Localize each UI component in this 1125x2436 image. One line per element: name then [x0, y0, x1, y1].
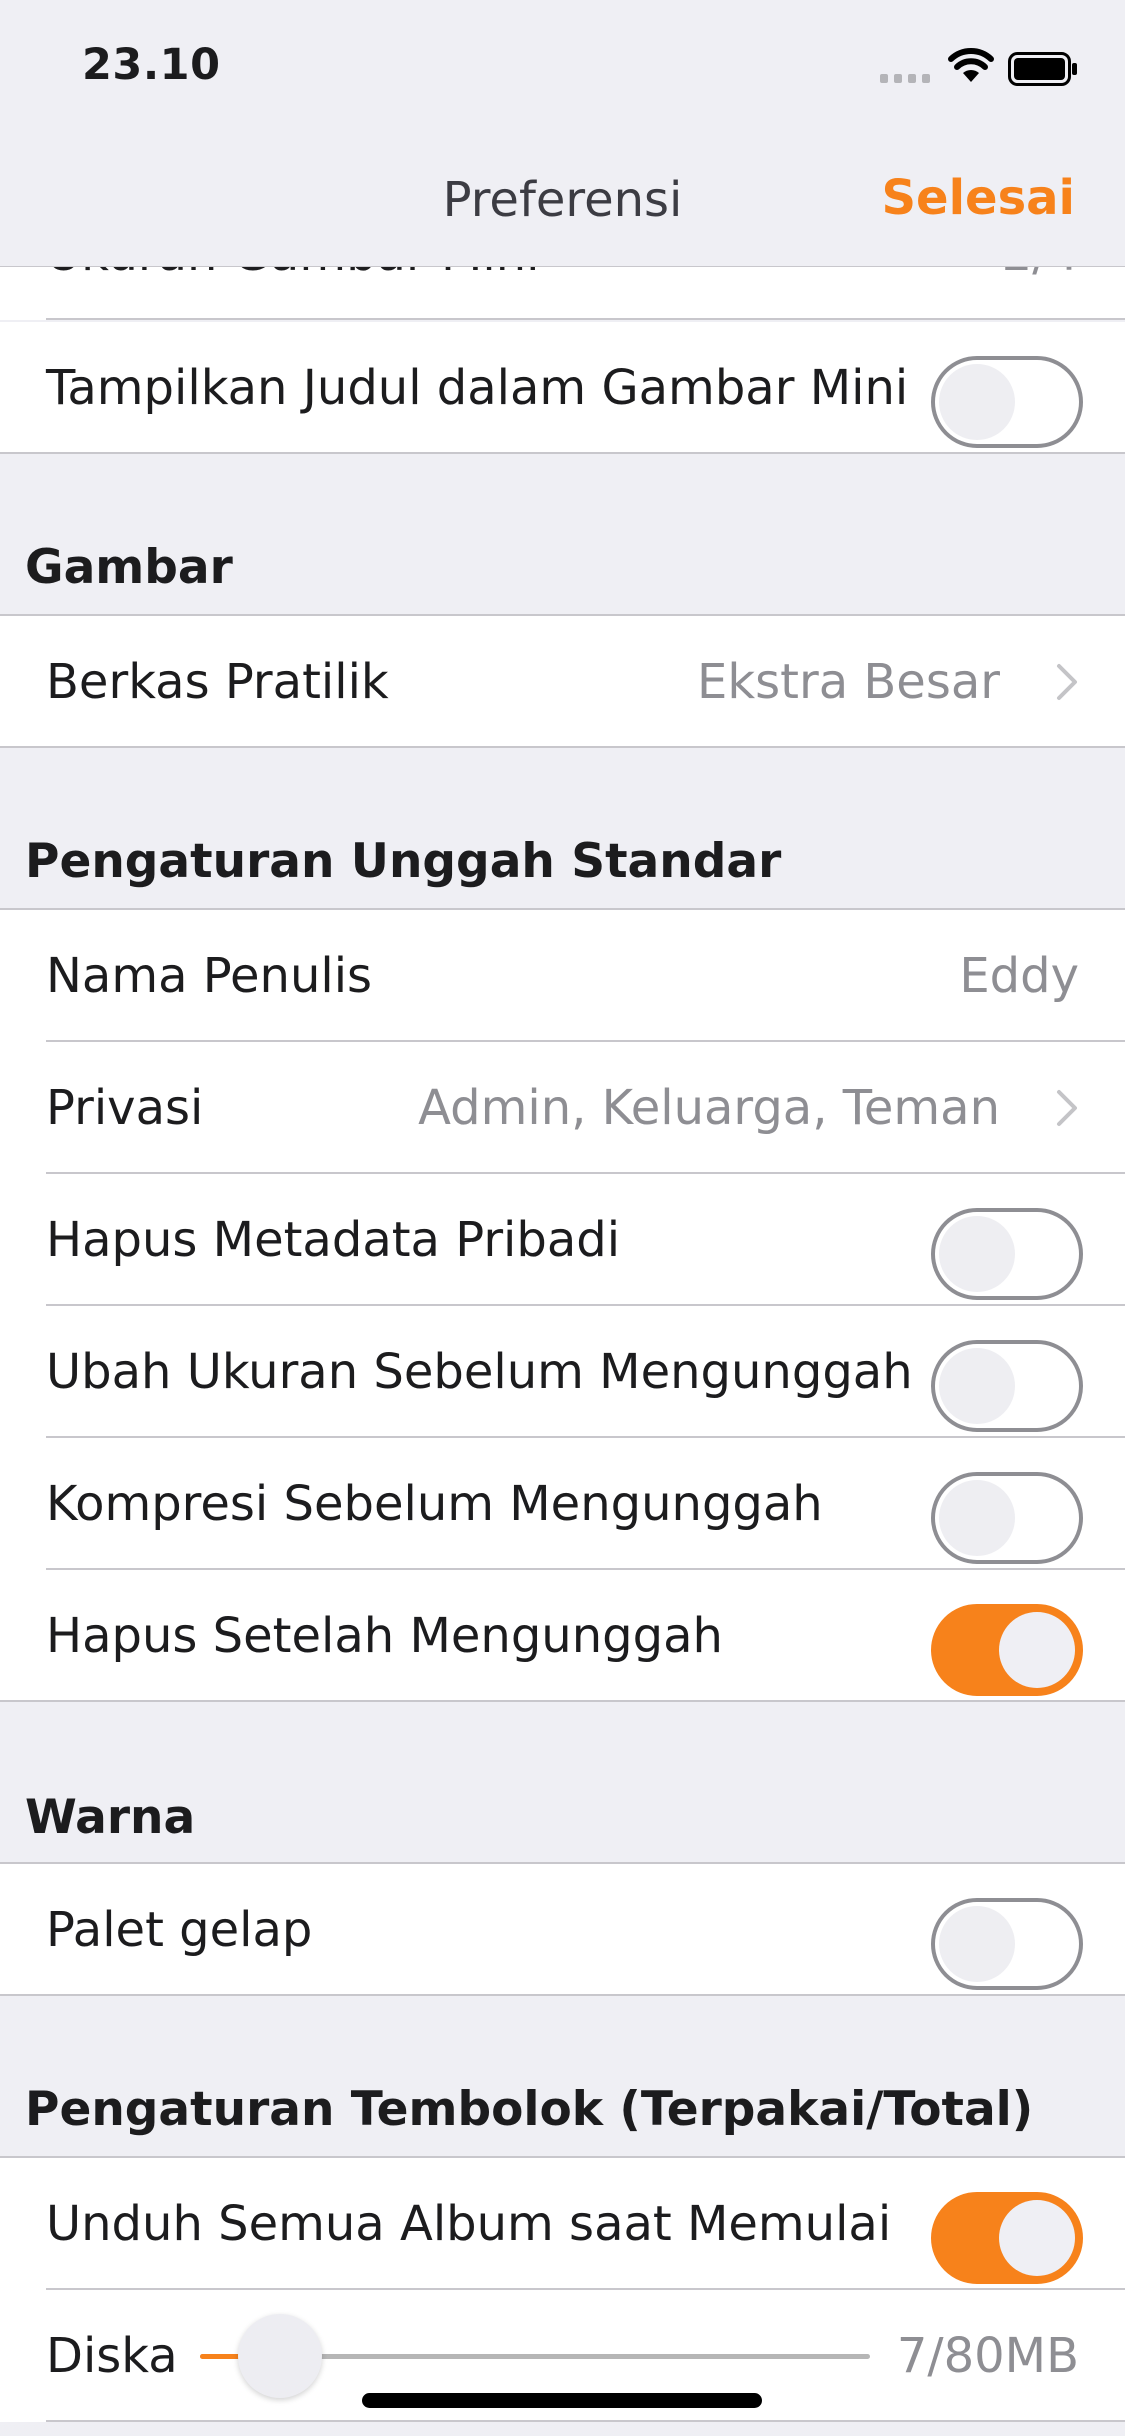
- settings-list[interactable]: Ukuran Gambar Mini 2/4 Tampilkan Judul d…: [0, 0, 1125, 2436]
- dark-palette-toggle[interactable]: [931, 1898, 1083, 1990]
- resize-before-upload-label: Ubah Ukuran Sebelum Mengunggah: [46, 1344, 913, 1400]
- compress-before-upload-row: Kompresi Sebelum Mengunggah: [0, 1438, 1125, 1570]
- privacy-value: Admin, Keluarga, Teman: [418, 1080, 1000, 1136]
- upload-section-header: Pengaturan Unggah Standar: [25, 834, 782, 889]
- author-name-row[interactable]: Nama Penulis Eddy: [0, 910, 1125, 1042]
- author-name-value: Eddy: [959, 948, 1079, 1004]
- cellular-signal-icon: [880, 74, 932, 83]
- disk-cache-label: Diska: [46, 2328, 178, 2384]
- delete-after-upload-row: Hapus Setelah Mengunggah: [0, 1570, 1125, 1702]
- strip-metadata-toggle[interactable]: [931, 1208, 1083, 1300]
- author-name-label: Nama Penulis: [46, 948, 373, 1004]
- chevron-right-icon: [1057, 664, 1077, 700]
- strip-metadata-row: Hapus Metadata Pribadi: [0, 1174, 1125, 1306]
- preview-file-row[interactable]: Berkas Pratilik Ekstra Besar: [0, 616, 1125, 748]
- disk-cache-slider[interactable]: [200, 2314, 870, 2398]
- download-all-albums-row: Unduh Semua Album saat Memulai: [0, 2158, 1125, 2290]
- status-bar: 23.10: [0, 0, 1125, 130]
- resize-before-upload-row: Ubah Ukuran Sebelum Mengunggah: [0, 1306, 1125, 1438]
- download-all-albums-label: Unduh Semua Album saat Memulai: [46, 2196, 892, 2252]
- dark-palette-label: Palet gelap: [46, 1902, 313, 1958]
- compress-before-upload-label: Kompresi Sebelum Mengunggah: [46, 1476, 823, 1532]
- delete-after-upload-toggle[interactable]: [931, 1604, 1083, 1696]
- disk-cache-slider-thumb[interactable]: [238, 2314, 323, 2398]
- done-button[interactable]: Selesai: [881, 170, 1075, 226]
- color-section-header: Warna: [25, 1790, 196, 1845]
- strip-metadata-label: Hapus Metadata Pribadi: [46, 1212, 621, 1268]
- preview-file-value: Ekstra Besar: [697, 654, 1000, 710]
- privacy-label: Privasi: [46, 1080, 204, 1136]
- delete-after-upload-label: Hapus Setelah Mengunggah: [46, 1608, 723, 1664]
- images-section-header: Gambar: [25, 540, 233, 595]
- privacy-row[interactable]: Privasi Admin, Keluarga, Teman: [0, 1042, 1125, 1174]
- chevron-right-icon: [1057, 1090, 1077, 1126]
- wifi-icon: [948, 48, 994, 82]
- show-title-thumbnails-toggle[interactable]: [931, 356, 1083, 448]
- status-time: 23.10: [82, 40, 221, 90]
- cache-section-header: Pengaturan Tembolok (Terpakai/Total): [25, 2082, 1034, 2137]
- compress-before-upload-toggle[interactable]: [931, 1472, 1083, 1564]
- download-all-albums-toggle[interactable]: [931, 2192, 1083, 2284]
- show-title-thumbnails-label: Tampilkan Judul dalam Gambar Mini: [46, 360, 909, 416]
- battery-icon: [1008, 52, 1077, 86]
- dark-palette-row: Palet gelap: [0, 1864, 1125, 1996]
- disk-cache-value: 7/80MB: [896, 2328, 1079, 2384]
- show-title-thumbnails-row: Tampilkan Judul dalam Gambar Mini: [0, 322, 1125, 454]
- home-indicator: [362, 2393, 762, 2408]
- resize-before-upload-toggle[interactable]: [931, 1340, 1083, 1432]
- preview-file-label: Berkas Pratilik: [46, 654, 389, 710]
- navigation-bar: Preferensi Selesai: [0, 130, 1125, 267]
